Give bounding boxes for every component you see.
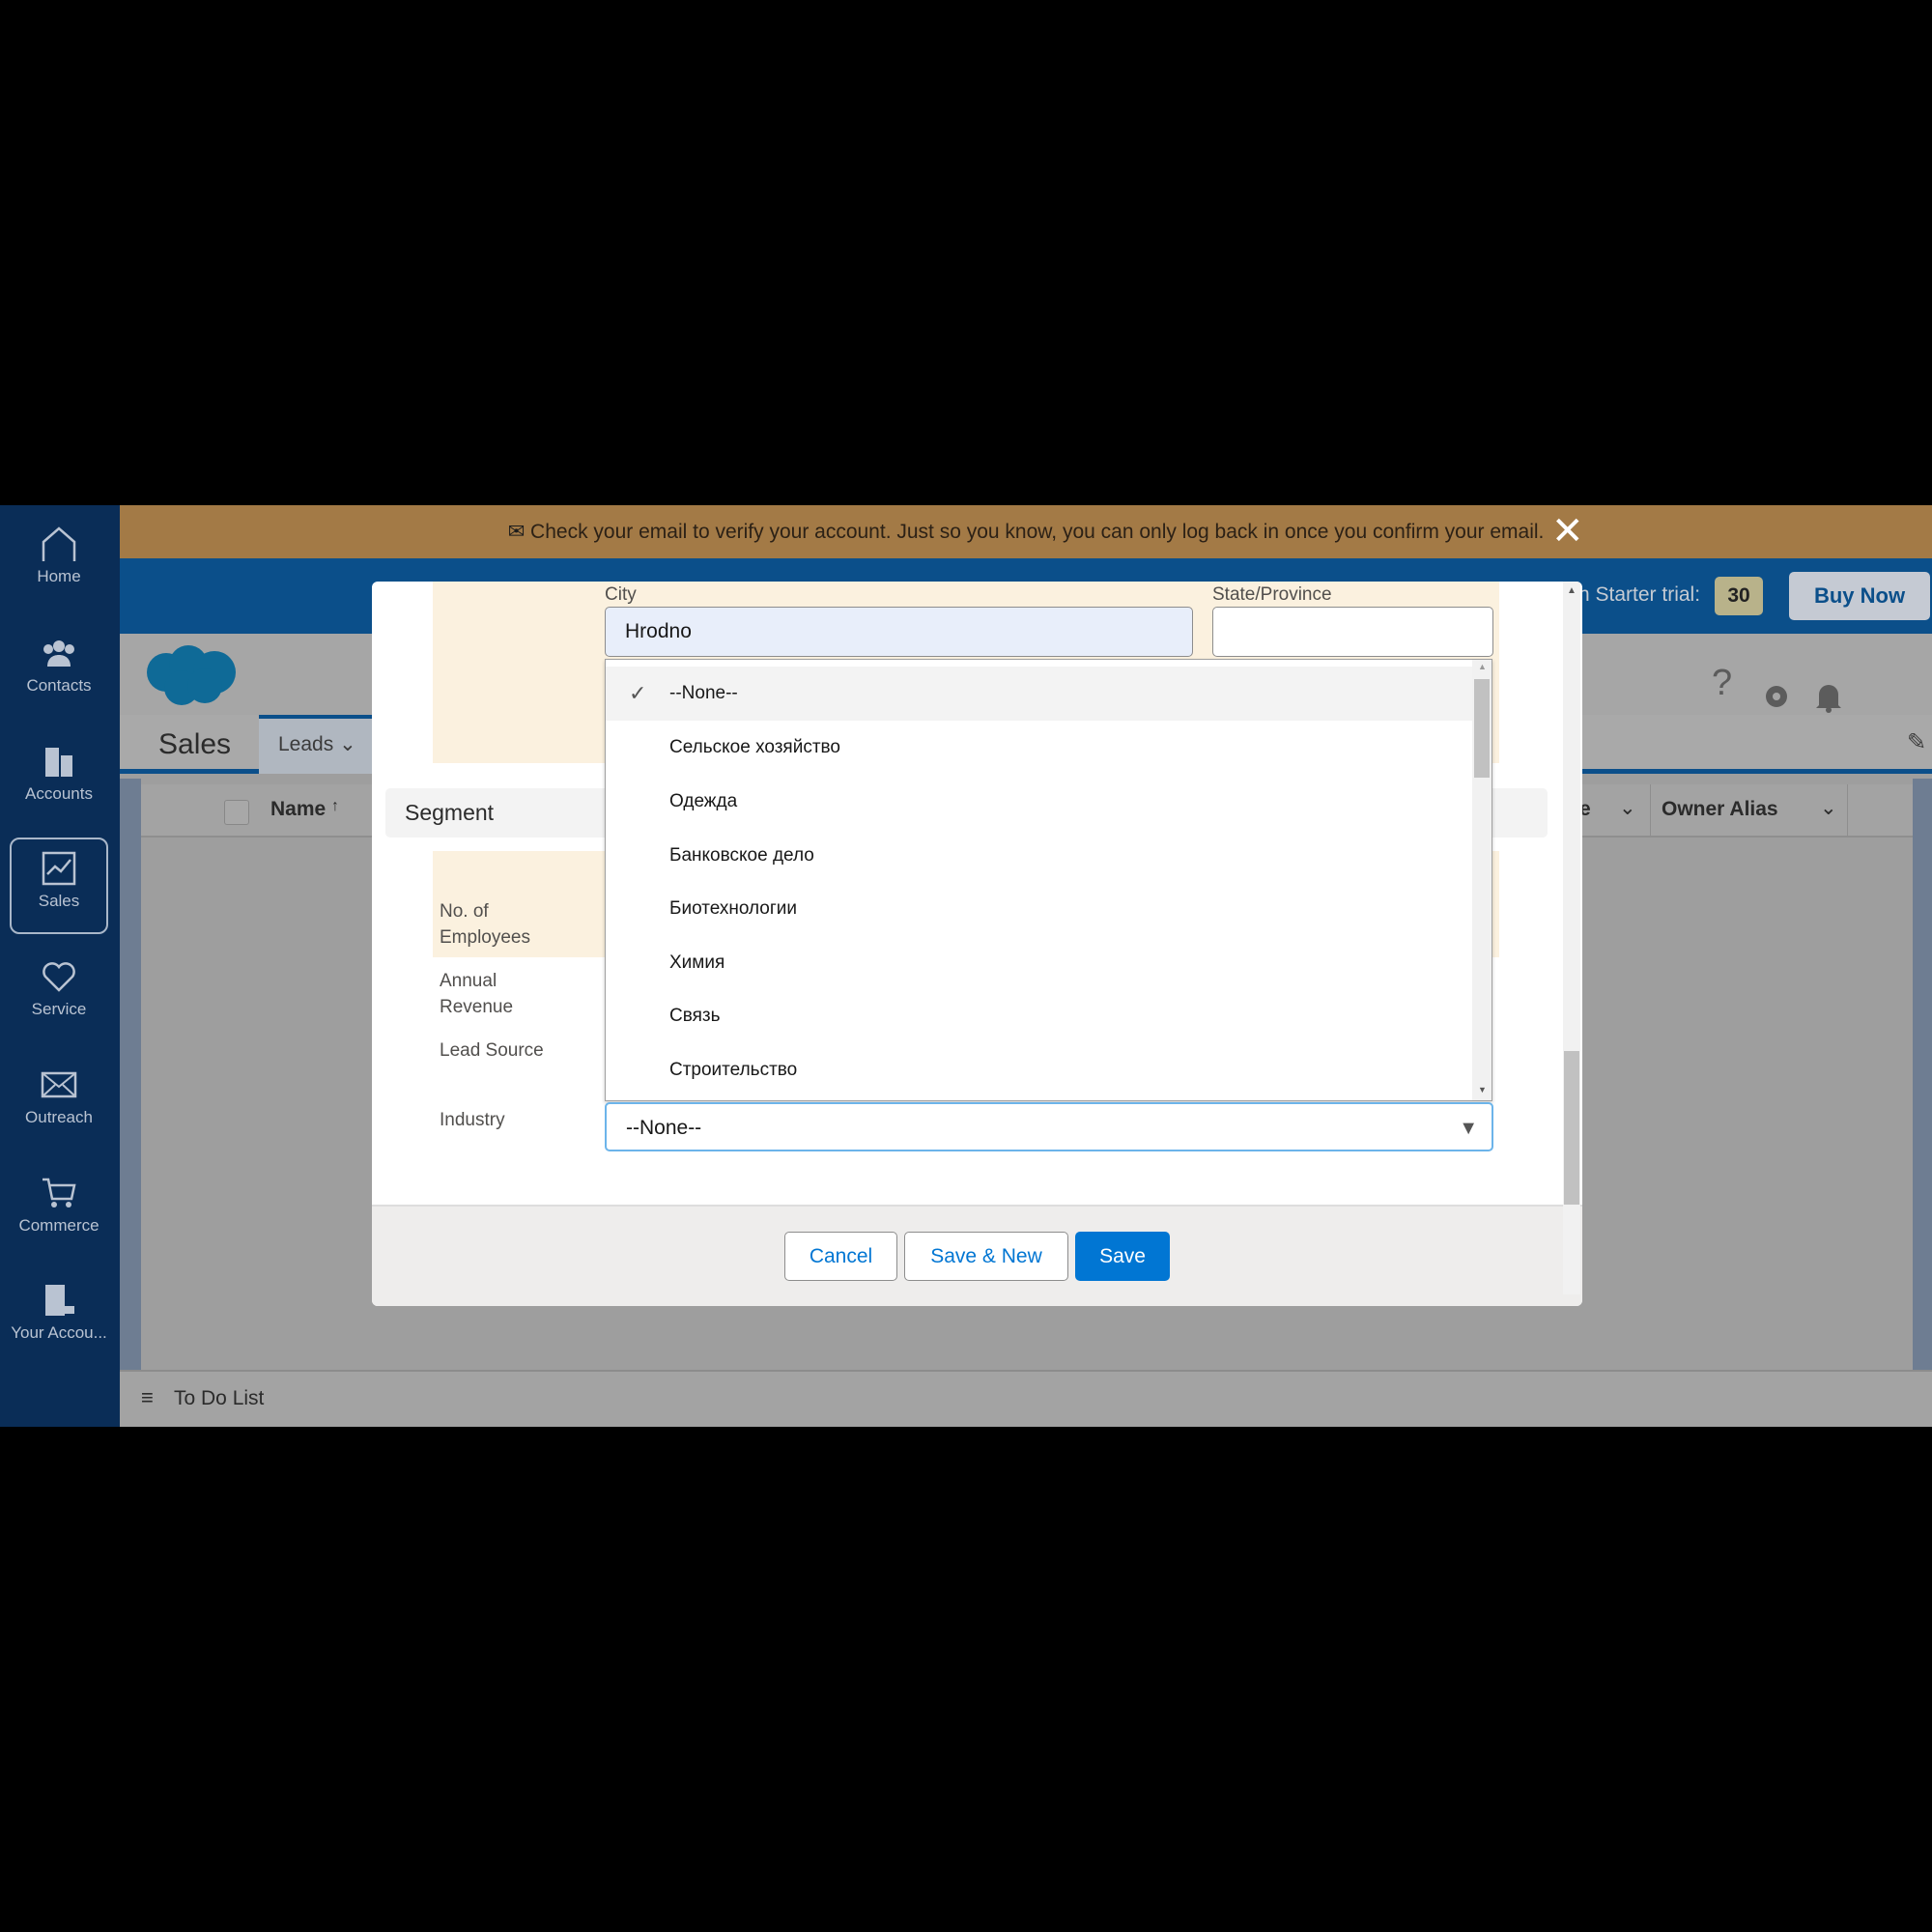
gear-icon[interactable] <box>1762 682 1791 711</box>
todo-list-icon: ≡ <box>141 1385 154 1409</box>
building-cart-icon <box>45 1285 74 1316</box>
sales-icon <box>42 851 76 886</box>
tab-leads[interactable]: Leads ⌄ <box>259 715 384 774</box>
dropdown-option[interactable]: Химия <box>606 936 1474 990</box>
trial-days-badge: 30 <box>1715 577 1763 615</box>
dropdown-option[interactable]: Сельское хозяйство <box>606 721 1474 775</box>
utility-bar: ≡ To Do List <box>120 1370 1932 1427</box>
scrollbar-thumb[interactable] <box>1564 1051 1579 1205</box>
lead-source-label: Lead Source <box>440 1040 544 1061</box>
todo-list-button[interactable]: To Do List <box>174 1387 264 1410</box>
buy-now-button[interactable]: Buy Now <box>1789 572 1930 620</box>
dropdown-option[interactable]: Одежда <box>606 775 1474 829</box>
dropdown-option[interactable]: Биотехнологии <box>606 882 1474 936</box>
modal-scrollbar[interactable]: ▲ <box>1563 582 1580 1294</box>
heart-icon <box>43 962 75 992</box>
scroll-down-icon[interactable]: ▼ <box>1478 1085 1487 1094</box>
cart-icon <box>43 1178 76 1208</box>
column-divider <box>1847 784 1848 838</box>
caret-down-icon: ▼ <box>1459 1118 1478 1139</box>
option-none[interactable]: ✓ --None-- <box>606 667 1474 721</box>
sidebar-item-commerce[interactable]: Commerce <box>10 1174 108 1270</box>
sidebar-item-home[interactable]: Home <box>10 525 108 621</box>
industry-dropdown-list: ✓ --None-- Сельское хозяйство Одежда Банк… <box>605 659 1492 1101</box>
check-icon: ✓ <box>629 681 647 705</box>
chevron-down-icon: ⌄ <box>339 733 356 755</box>
edit-pencil-icon[interactable]: ✎ <box>1907 728 1926 756</box>
accounts-icon <box>45 748 72 777</box>
home-icon <box>42 526 76 561</box>
envelope-icon <box>41 1071 77 1098</box>
select-all-checkbox[interactable] <box>224 800 249 825</box>
scroll-up-icon[interactable]: ▲ <box>1567 585 1577 596</box>
trial-text: n Starter trial: <box>1578 583 1701 606</box>
dropdown-option[interactable]: Связь <box>606 989 1474 1043</box>
column-name[interactable]: Name ↑ <box>270 798 339 821</box>
bell-icon[interactable] <box>1814 680 1843 713</box>
dropdown-option[interactable]: Банковское дело <box>606 829 1474 883</box>
save-button[interactable]: Save <box>1075 1232 1170 1281</box>
state-label: State/Province <box>1212 584 1332 605</box>
scroll-up-icon[interactable]: ▲ <box>1478 662 1487 671</box>
industry-label: Industry <box>440 1110 505 1130</box>
sidebar-item-your-account[interactable]: Your Accou... <box>10 1281 108 1378</box>
close-banner-icon[interactable]: ✕ <box>1551 505 1584 558</box>
industry-select[interactable]: --None-- ▼ <box>605 1102 1493 1151</box>
sidebar-item-accounts[interactable]: Accounts <box>10 742 108 838</box>
column-divider <box>1650 784 1651 838</box>
salesforce-logo <box>147 645 236 705</box>
dropdown-scrollbar[interactable]: ▲ ▼ <box>1472 660 1492 1100</box>
scrollbar-thumb[interactable] <box>1474 679 1490 778</box>
chevron-down-icon[interactable]: ⌄ <box>1820 796 1837 820</box>
sidebar-item-contacts[interactable]: Contacts <box>10 634 108 730</box>
sort-arrow-icon: ↑ <box>331 798 340 814</box>
sidebar-item-outreach[interactable]: Outreach <box>10 1065 108 1162</box>
right-edge <box>1913 779 1932 1370</box>
verify-email-banner: ✉ Check your email to verify your accoun… <box>120 505 1932 558</box>
app-name: Sales <box>158 728 232 760</box>
city-input[interactable]: Hrodno <box>605 607 1193 657</box>
envelope-icon: ✉ <box>507 521 526 543</box>
sidebar-item-sales[interactable]: Sales <box>10 838 108 934</box>
state-input[interactable] <box>1212 607 1493 657</box>
cancel-button[interactable]: Cancel <box>784 1232 897 1281</box>
column-owner-alias[interactable]: Owner Alias <box>1662 798 1778 821</box>
help-icon[interactable]: ? <box>1712 663 1732 704</box>
save-and-new-button[interactable]: Save & New <box>904 1232 1068 1281</box>
sidebar-item-service[interactable]: Service <box>10 957 108 1054</box>
city-label: City <box>605 584 637 605</box>
revenue-label: Annual Revenue <box>440 971 514 1017</box>
employees-label: No. of Employees <box>440 901 530 948</box>
left-edge <box>120 779 141 1370</box>
dropdown-option[interactable]: Строительство <box>606 1043 1474 1097</box>
sidebar: Home Contacts Accounts Sales Service Out… <box>0 505 120 1427</box>
contacts-icon <box>43 640 74 667</box>
chevron-down-icon[interactable]: ⌄ <box>1619 796 1636 820</box>
